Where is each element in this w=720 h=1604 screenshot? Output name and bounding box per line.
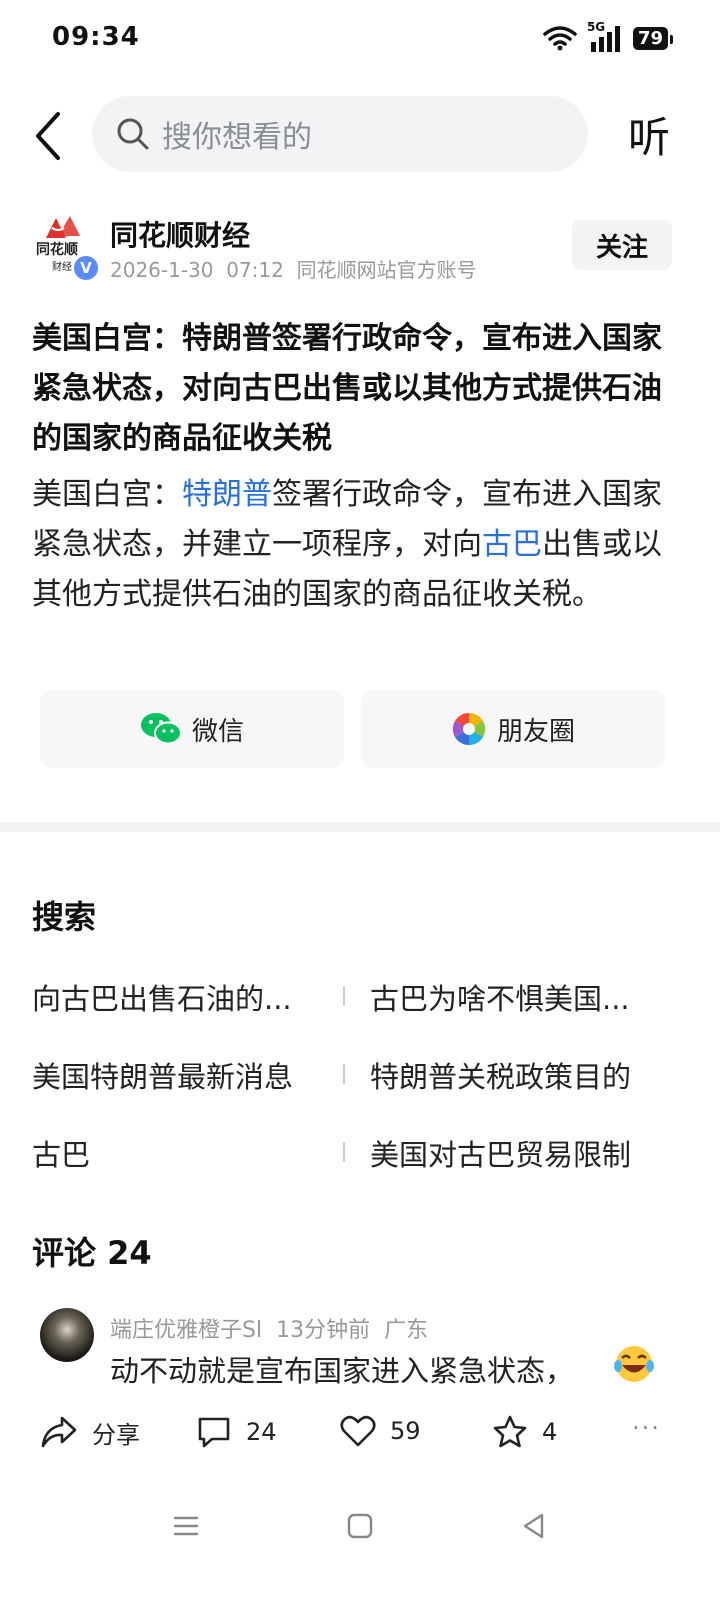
suggestion-separator	[343, 986, 345, 1006]
body-text-1: 美国白宫：	[32, 477, 182, 512]
comment-location: 广东	[384, 1318, 429, 1343]
author-source: 同花顺网站官方账号	[296, 258, 477, 282]
suggestion-separator	[343, 1142, 345, 1162]
favorite-count: 4	[542, 1418, 558, 1446]
link-cuba[interactable]: 古巴	[482, 527, 542, 562]
article-body: 美国白宫：特朗普签署行政命令，宣布进入国家紧急状态，并建立一项程序，对向古巴出售…	[32, 470, 672, 620]
listen-button[interactable]: 听	[628, 104, 670, 165]
search-placeholder: 搜你想看的	[162, 120, 312, 155]
logo-subtext: 财经	[52, 260, 72, 272]
menu-nav-icon[interactable]	[172, 1512, 200, 1540]
article-title: 美国白宫：特朗普签署行政命令，宣布进入国家紧急状态，对向古巴出售或以其他方式提供…	[32, 321, 662, 456]
publish-time: 07:12	[226, 258, 284, 282]
back-nav-icon[interactable]	[520, 1512, 548, 1540]
home-nav-icon[interactable]	[346, 1512, 374, 1540]
share-button[interactable]: 分享	[40, 1414, 140, 1450]
wechat-icon	[140, 713, 182, 745]
search-suggestion[interactable]: 向古巴出售石油的...	[32, 976, 322, 1018]
comments-title: 评论 24	[32, 1234, 152, 1272]
section-divider	[0, 822, 720, 832]
signal-icon: 5G	[587, 20, 623, 52]
search-icon	[117, 118, 149, 150]
star-icon	[493, 1415, 527, 1448]
comment-time: 13分钟前	[276, 1318, 371, 1343]
comment-user[interactable]: 端庄优雅橙子Sl	[110, 1318, 262, 1343]
status-icons: 5G 79	[543, 20, 674, 52]
link-trump[interactable]: 特朗普	[182, 477, 272, 512]
follow-button[interactable]: 关注	[572, 220, 672, 270]
verified-badge-icon: V	[72, 254, 100, 282]
share-wechat-button[interactable]: 微信	[40, 690, 344, 768]
search-suggestion[interactable]: 古巴	[32, 1132, 322, 1174]
chevron-left-icon	[36, 112, 60, 160]
battery-indicator: 79	[632, 26, 674, 50]
share-moments-button[interactable]: 朋友圈	[361, 690, 665, 768]
search-suggestion[interactable]: 美国对古巴贸易限制	[370, 1132, 670, 1174]
comment-text[interactable]: 动不动就是宣布国家进入紧急状态，	[110, 1348, 574, 1390]
like-count: 59	[390, 1417, 421, 1445]
moments-label: 朋友圈	[496, 716, 575, 747]
search-suggestion[interactable]: 美国特朗普最新消息	[32, 1054, 332, 1096]
comment-bubble-icon	[198, 1417, 230, 1448]
status-time: 09:34	[52, 22, 140, 52]
back-button[interactable]	[30, 108, 70, 164]
heart-icon	[340, 1415, 376, 1447]
search-section-title: 搜索	[32, 898, 97, 936]
share-arrow-icon	[41, 1416, 77, 1448]
more-options-button[interactable]: ···	[632, 1414, 661, 1442]
commenter-avatar[interactable]	[40, 1308, 94, 1362]
publish-date: 2026-1-30	[110, 258, 214, 282]
search-suggestion[interactable]: 古巴为啥不惧美国...	[370, 976, 660, 1018]
moments-icon	[452, 712, 486, 746]
author-name[interactable]: 同花顺财经	[110, 214, 250, 254]
suggestion-separator	[343, 1064, 345, 1084]
comment-meta: 端庄优雅橙子Sl 13分钟前 广东	[110, 1312, 428, 1344]
like-button[interactable]: 59	[340, 1414, 421, 1448]
laughing-emoji-icon	[614, 1346, 654, 1382]
comment-count: 24	[246, 1418, 277, 1446]
favorite-button[interactable]: 4	[492, 1414, 557, 1450]
wifi-icon	[543, 26, 577, 51]
author-meta: 2026-1-30 07:12 同花顺网站官方账号	[110, 254, 477, 283]
search-suggestion[interactable]: 特朗普关税政策目的	[370, 1054, 670, 1096]
comment-button[interactable]: 24	[196, 1414, 277, 1450]
logo-text: 同花顺	[36, 241, 78, 258]
search-input[interactable]: 搜你想看的	[92, 96, 588, 172]
wechat-label: 微信	[191, 716, 244, 747]
share-label: 分享	[92, 1420, 140, 1449]
